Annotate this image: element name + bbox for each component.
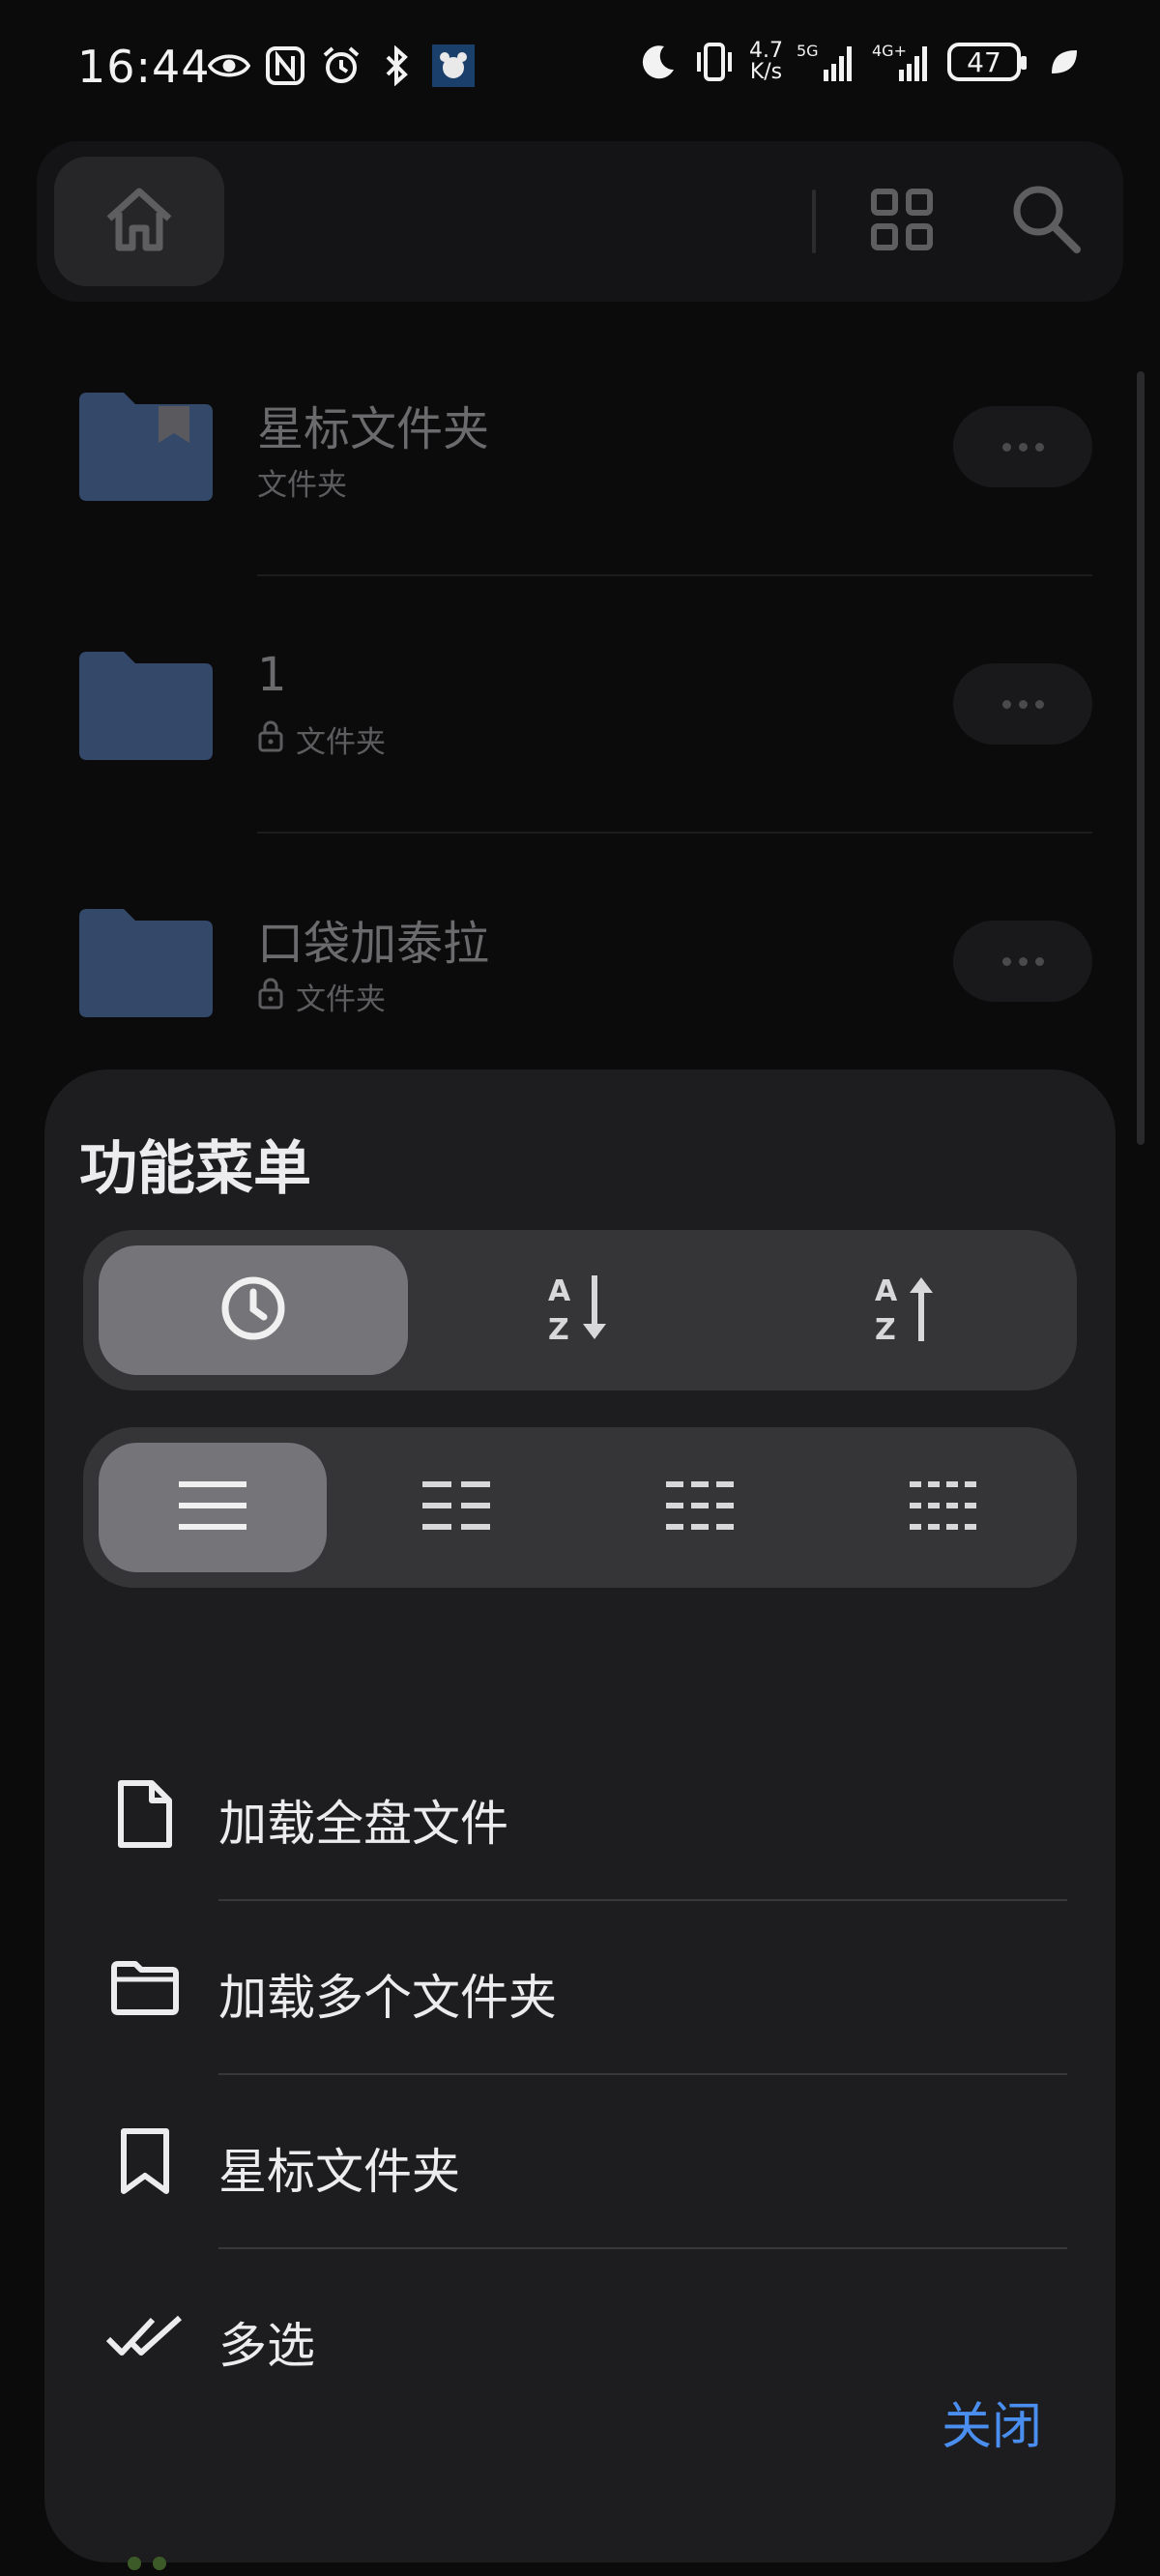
folder-outline-icon	[106, 1949, 184, 2027]
double-check-icon	[106, 2298, 184, 2375]
moon-icon	[637, 41, 680, 83]
more-options-button[interactable]	[953, 921, 1092, 1002]
battery-level: 47	[967, 45, 1001, 78]
load-all-files-item[interactable]: 加载全盘文件	[44, 1727, 1116, 1901]
more-options-button[interactable]	[953, 406, 1092, 487]
scrollbar[interactable]	[1137, 371, 1145, 1145]
file-meta: 文件夹	[257, 717, 386, 761]
clock-icon	[219, 1274, 287, 1346]
starred-folders-item[interactable]: 星标文件夹	[44, 2075, 1116, 2249]
menu-item-label: 加载多个文件夹	[218, 1970, 557, 2026]
more-icon	[1001, 442, 1011, 452]
search-button[interactable]	[1005, 180, 1087, 261]
file-name: 1	[257, 648, 287, 702]
network-speed: 4.7 K/s	[749, 39, 783, 84]
sort-az-descending-icon: A Z	[546, 1272, 614, 1349]
toolbar-divider	[812, 190, 816, 253]
file-name: 口袋加泰拉	[257, 917, 490, 971]
signal-icon: 4G+	[872, 41, 934, 83]
sort-segmented-control: A Z A Z	[83, 1230, 1077, 1390]
grid-view-button[interactable]	[866, 186, 938, 257]
list-1-column-icon	[179, 1481, 246, 1534]
view-1-column-button[interactable]	[99, 1443, 327, 1572]
leaf-icon	[1042, 41, 1085, 83]
alarm-icon	[320, 44, 362, 87]
more-icon	[1001, 956, 1011, 966]
sort-by-time-button[interactable]	[99, 1245, 408, 1375]
eye-icon	[208, 44, 250, 87]
load-multiple-folders-item[interactable]: 加载多个文件夹	[44, 1901, 1116, 2075]
sort-az-ascending-button[interactable]: A Z	[752, 1245, 1061, 1375]
bookmarked-folder-icon	[79, 393, 213, 501]
more-options-button[interactable]	[953, 663, 1092, 745]
home-button[interactable]	[54, 157, 224, 286]
battery-icon: 47	[947, 43, 1027, 81]
view-segmented-control	[83, 1427, 1077, 1588]
bookmark-icon	[106, 2123, 184, 2201]
home-icon	[103, 186, 175, 257]
view-2-column-button[interactable]	[342, 1443, 570, 1572]
view-3-column-button[interactable]	[586, 1443, 814, 1572]
svg-text:A: A	[548, 1274, 571, 1308]
svg-text:4G+: 4G+	[872, 42, 907, 60]
nfc-icon	[264, 44, 306, 87]
lock-icon	[257, 719, 284, 760]
app-notification-icon	[432, 44, 475, 87]
divider	[257, 832, 1092, 834]
lock-icon	[257, 977, 284, 1017]
list-2-column-icon	[422, 1481, 490, 1534]
menu-item-label: 星标文件夹	[218, 2144, 460, 2200]
sheet-title: 功能菜单	[79, 1135, 311, 1203]
sort-az-ascending-icon: A Z	[873, 1272, 941, 1349]
file-meta: 文件夹	[257, 468, 347, 503]
file-icon	[106, 1775, 184, 1853]
list-item[interactable]: 星标文件夹 文件夹	[0, 348, 1160, 605]
status-time: 16:44	[77, 41, 211, 93]
status-bar: 16:44 4.7 K/s 5G 4G+ 47	[0, 0, 1160, 145]
svg-text:5G: 5G	[797, 42, 819, 60]
bluetooth-icon	[376, 44, 419, 87]
signal-icon: 5G	[797, 41, 858, 83]
list-4-column-icon	[910, 1481, 977, 1534]
menu-item-label: 加载全盘文件	[218, 1796, 508, 1852]
view-4-column-button[interactable]	[829, 1443, 1058, 1572]
vibrate-icon	[693, 41, 736, 83]
list-item[interactable]: 1 文件夹	[0, 605, 1160, 863]
top-toolbar	[37, 141, 1123, 302]
list-3-column-icon	[666, 1481, 734, 1534]
search-icon	[1009, 182, 1083, 259]
grid-view-icon	[870, 188, 934, 255]
svg-text:A: A	[875, 1274, 898, 1308]
menu-item-label: 多选	[218, 2318, 315, 2374]
close-button[interactable]: 关闭	[895, 2388, 1088, 2466]
file-name: 星标文件夹	[257, 402, 490, 456]
folder-icon	[79, 909, 213, 1017]
svg-text:Z: Z	[548, 1313, 569, 1345]
more-icon	[1001, 699, 1011, 709]
divider	[257, 574, 1092, 576]
svg-text:Z: Z	[875, 1313, 896, 1345]
background-peek	[128, 2557, 170, 2576]
sort-az-descending-button[interactable]: A Z	[425, 1245, 735, 1375]
file-meta: 文件夹	[257, 975, 386, 1018]
folder-icon	[79, 652, 213, 760]
function-menu-sheet: 功能菜单 A Z A Z 加载全盘文件 加载多个文件夹 星标文件夹 多选 关闭	[44, 1069, 1116, 2562]
